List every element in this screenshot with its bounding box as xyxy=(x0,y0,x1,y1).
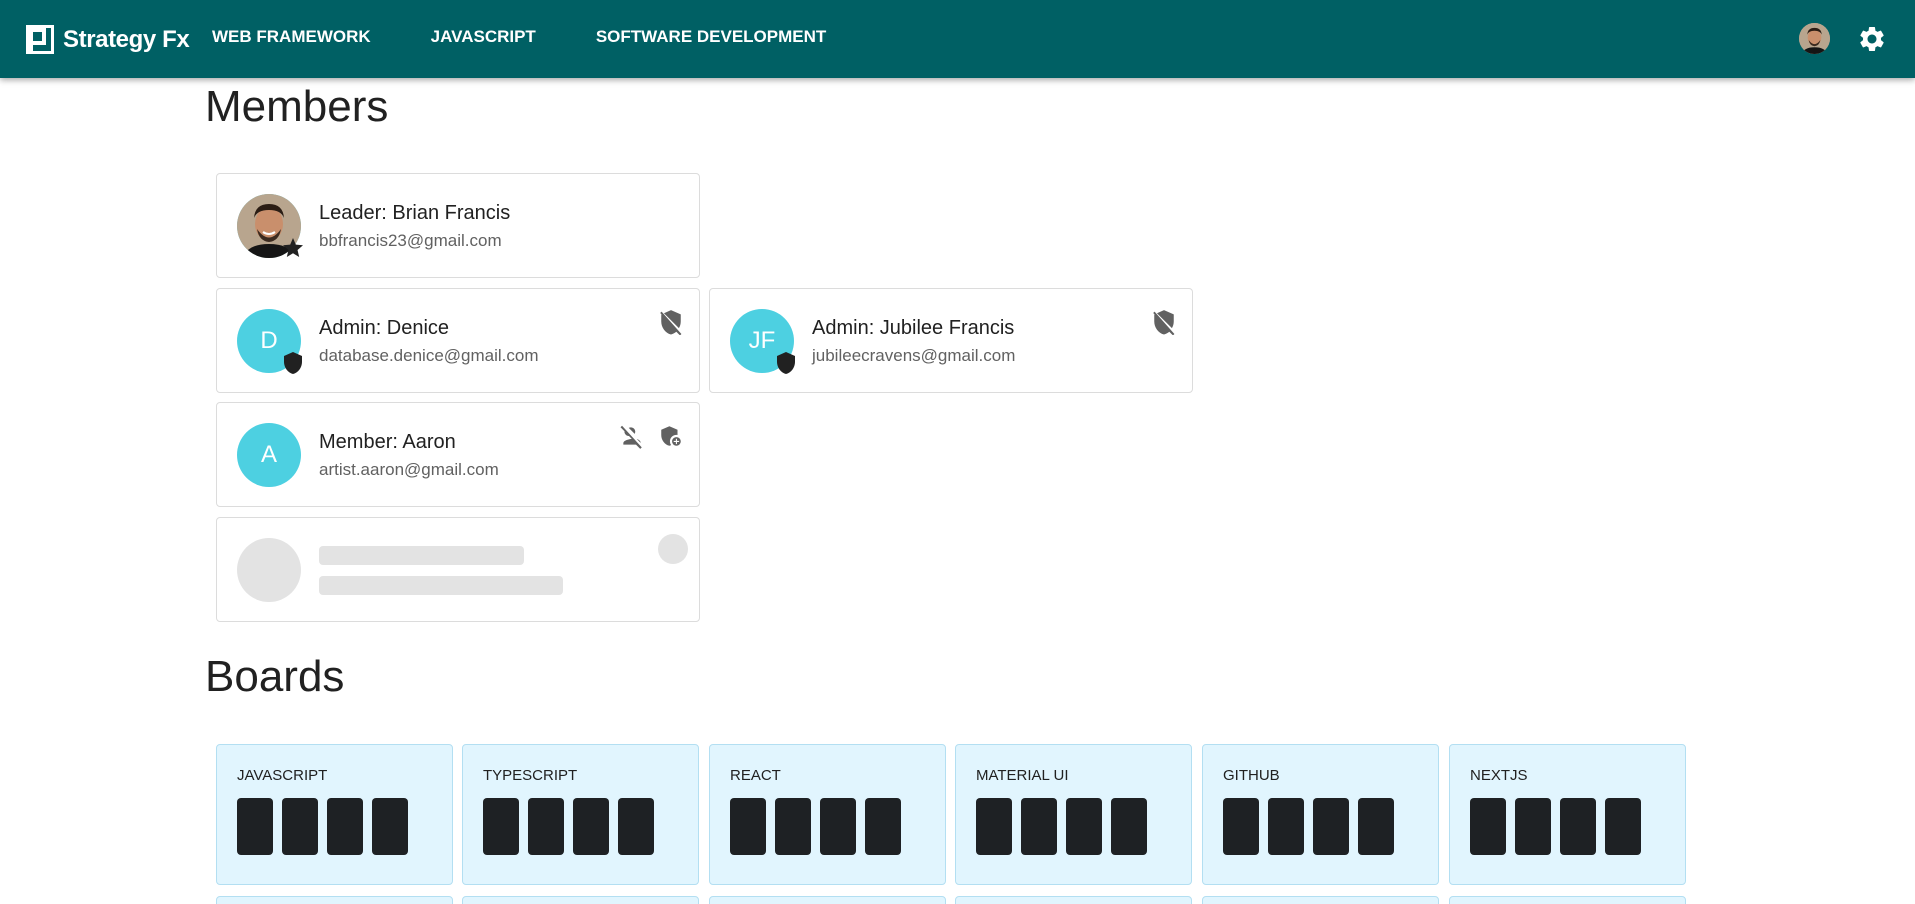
member-name: Member: Aaron xyxy=(319,431,456,453)
board-columns xyxy=(730,798,910,855)
board-title: REACT xyxy=(730,767,781,784)
board-card-partial[interactable] xyxy=(709,896,946,904)
board-card[interactable]: JAVASCRIPT xyxy=(216,744,453,885)
board-columns xyxy=(976,798,1156,855)
member-avatar: A xyxy=(237,423,301,487)
shield-icon xyxy=(284,352,302,374)
leader-card: Leader: Brian Francis bbfrancis23@gmail.… xyxy=(216,173,700,278)
board-column xyxy=(1223,798,1259,855)
board-card[interactable]: NEXTJS xyxy=(1449,744,1686,885)
member-name: Admin: Jubilee Francis xyxy=(812,317,1015,339)
member-avatar: D xyxy=(237,309,302,374)
board-column xyxy=(528,798,564,855)
board-card-partial[interactable] xyxy=(955,896,1192,904)
member-email: artist.aaron@gmail.com xyxy=(319,460,499,479)
remove-member-icon[interactable] xyxy=(619,423,645,449)
app-bar: Strategy Fx WEB FRAMEWORK JAVASCRIPT SOF… xyxy=(0,0,1915,78)
members-heading: Members xyxy=(205,82,389,131)
board-column xyxy=(1515,798,1551,855)
board-column xyxy=(237,798,273,855)
board-columns xyxy=(237,798,417,855)
remove-admin-icon[interactable] xyxy=(1151,309,1177,335)
board-column xyxy=(372,798,408,855)
board-column xyxy=(282,798,318,855)
board-column xyxy=(865,798,901,855)
board-card-partial[interactable] xyxy=(462,896,699,904)
board-columns xyxy=(1470,798,1650,855)
board-card[interactable]: REACT xyxy=(709,744,946,885)
board-title: TYPESCRIPT xyxy=(483,767,578,784)
board-column xyxy=(483,798,519,855)
board-card[interactable]: TYPESCRIPT xyxy=(462,744,699,885)
board-card[interactable]: GITHUB xyxy=(1202,744,1439,885)
avatar-initials: A xyxy=(260,441,277,468)
nav-javascript[interactable]: JAVASCRIPT xyxy=(431,27,536,47)
boards-heading: Boards xyxy=(205,652,345,701)
board-column xyxy=(573,798,609,855)
leader-avatar xyxy=(237,194,303,258)
admin-card-jubilee: JF Admin: Jubilee Francis jubileecravens… xyxy=(709,288,1193,393)
member-name: Admin: Denice xyxy=(319,317,450,339)
board-column xyxy=(1268,798,1304,855)
shield-icon xyxy=(777,352,795,374)
skeleton-line xyxy=(319,576,563,595)
strategy-fx-logo-icon xyxy=(26,25,54,54)
member-name: Leader: Brian Francis xyxy=(319,202,511,224)
board-card[interactable]: MATERIAL UI xyxy=(955,744,1192,885)
avatar-initials: D xyxy=(260,327,278,354)
board-column xyxy=(618,798,654,855)
gear-icon[interactable] xyxy=(1857,24,1887,54)
board-column xyxy=(1021,798,1057,855)
board-column xyxy=(1358,798,1394,855)
main-nav: WEB FRAMEWORK JAVASCRIPT SOFTWARE DEVELO… xyxy=(212,27,886,47)
star-icon xyxy=(283,238,303,257)
board-column xyxy=(1605,798,1641,855)
nav-software-development[interactable]: SOFTWARE DEVELOPMENT xyxy=(596,27,826,47)
member-avatar: JF xyxy=(730,309,795,374)
board-column xyxy=(1470,798,1506,855)
skeleton-action xyxy=(658,534,688,564)
user-avatar[interactable] xyxy=(1799,23,1830,54)
skeleton-line xyxy=(319,546,524,565)
make-admin-icon[interactable] xyxy=(658,423,684,449)
board-column xyxy=(1111,798,1147,855)
member-email: jubileecravens@gmail.com xyxy=(812,346,1016,365)
board-column xyxy=(1313,798,1349,855)
brand[interactable]: Strategy Fx xyxy=(26,25,190,54)
board-column xyxy=(775,798,811,855)
board-column xyxy=(976,798,1012,855)
remove-admin-icon[interactable] xyxy=(658,309,684,335)
brand-name: Strategy Fx xyxy=(63,25,190,53)
member-email: database.denice@gmail.com xyxy=(319,346,539,365)
user-photo xyxy=(1799,23,1830,54)
board-columns xyxy=(1223,798,1403,855)
board-card-partial[interactable] xyxy=(1202,896,1439,904)
board-title: JAVASCRIPT xyxy=(237,767,328,784)
board-column xyxy=(820,798,856,855)
board-title: GITHUB xyxy=(1223,767,1280,784)
loading-skeleton-card xyxy=(216,517,700,622)
board-title: MATERIAL UI xyxy=(976,767,1069,784)
board-column xyxy=(327,798,363,855)
board-column xyxy=(1066,798,1102,855)
board-columns xyxy=(483,798,663,855)
board-title: NEXTJS xyxy=(1470,767,1528,784)
member-email: bbfrancis23@gmail.com xyxy=(319,231,502,250)
avatar-initials: JF xyxy=(748,327,776,354)
member-card-aaron: A Member: Aaron artist.aaron@gmail.com xyxy=(216,402,700,507)
board-card-partial[interactable] xyxy=(216,896,453,904)
board-column xyxy=(730,798,766,855)
board-column xyxy=(1560,798,1596,855)
admin-card-denice: D Admin: Denice database.denice@gmail.co… xyxy=(216,288,700,393)
skeleton-avatar xyxy=(237,538,301,602)
nav-web-framework[interactable]: WEB FRAMEWORK xyxy=(212,27,371,47)
board-card-partial[interactable] xyxy=(1449,896,1686,904)
